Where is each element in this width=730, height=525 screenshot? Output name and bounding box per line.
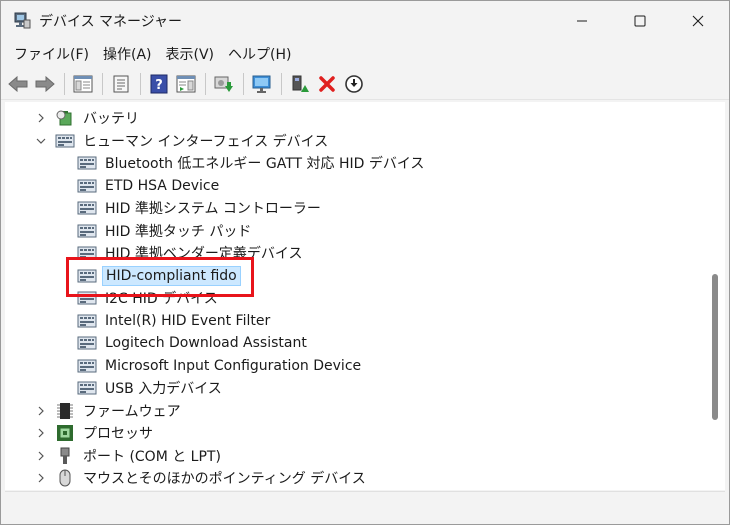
chevron-down-icon[interactable] xyxy=(35,135,47,147)
toolbar: ? xyxy=(1,69,729,100)
help-icon: ? xyxy=(150,74,168,94)
hid-keyboard-icon xyxy=(77,314,97,328)
action-pane-button[interactable] xyxy=(173,71,199,97)
tree-category-label: バッテリ xyxy=(83,111,139,127)
close-icon xyxy=(692,15,704,27)
tree-device-item[interactable]: Microsoft Input Configuration Device xyxy=(77,355,364,377)
chevron-right-icon[interactable] xyxy=(35,427,47,439)
tree-category-label: プロセッサ xyxy=(83,426,153,442)
maximize-button[interactable] xyxy=(617,1,663,41)
tree-device-item[interactable]: Intel(R) HID Event Filter xyxy=(77,310,273,332)
toolbar-separator xyxy=(64,73,65,95)
forward-button[interactable] xyxy=(32,71,58,97)
menu-bar: ファイル(F) 操作(A) 表示(V) ヘルプ(H) xyxy=(1,41,729,69)
hid-keyboard-icon xyxy=(77,201,97,215)
forward-icon xyxy=(35,76,55,92)
window-title: デバイス マネージャー xyxy=(39,14,183,30)
back-icon xyxy=(8,76,28,92)
tree-device-item[interactable]: Bluetooth 低エネルギー GATT 対応 HID デバイス xyxy=(77,152,427,174)
status-bar xyxy=(5,491,725,523)
tree-device-item[interactable]: HID 準拠タッチ パッド xyxy=(77,220,254,242)
tree-category-label: ポート (COM と LPT) xyxy=(83,449,221,465)
device-label: HID 準拠タッチ パッド xyxy=(105,224,252,240)
toolbar-separator xyxy=(243,73,244,95)
back-button[interactable] xyxy=(5,71,31,97)
hid-keyboard-icon xyxy=(77,179,97,193)
svg-text:?: ? xyxy=(155,78,163,93)
tree-device-item[interactable]: HID 準拠システム コントローラー xyxy=(77,197,324,219)
chevron-right-icon[interactable] xyxy=(35,450,47,462)
device-label: Bluetooth 低エネルギー GATT 対応 HID デバイス xyxy=(105,156,425,172)
tree-category-label: ヒューマン インターフェイス デバイス xyxy=(83,134,329,150)
maximize-icon xyxy=(634,15,646,27)
action-pane-icon xyxy=(176,75,196,93)
tree-device-item[interactable]: ETD HSA Device xyxy=(77,175,222,197)
device-tree[interactable]: バッテリ ヒューマン インターフェイス デバイス Bluetooth 低エネルギ… xyxy=(5,102,725,490)
device-manager-window: デバイス マネージャー ファイル(F) 操作(A) 表示(V) ヘルプ(H) ?… xyxy=(0,0,730,525)
show-hide-console-tree-icon xyxy=(73,75,93,93)
chevron-right-icon[interactable] xyxy=(35,472,47,484)
red-highlight-annotation xyxy=(66,257,254,297)
device-label: HID 準拠システム コントローラー xyxy=(105,201,321,217)
monitor-icon xyxy=(252,75,271,93)
help-button[interactable]: ? xyxy=(146,71,172,97)
device-label: Logitech Download Assistant xyxy=(105,335,307,351)
firmware-chip-icon xyxy=(57,403,73,419)
toolbar-separator xyxy=(281,73,282,95)
hid-keyboard-icon xyxy=(77,224,97,238)
uninstall-icon xyxy=(319,76,335,92)
update-driver-icon xyxy=(292,75,309,92)
tree-category-label: ファームウェア xyxy=(83,404,181,420)
tree-device-item[interactable]: USB 入力デバイス xyxy=(77,377,225,399)
processor-icon xyxy=(57,425,73,441)
scan-hardware-button[interactable] xyxy=(211,71,237,97)
menu-help[interactable]: ヘルプ(H) xyxy=(221,42,298,68)
hid-keyboard-icon xyxy=(77,359,97,373)
scan-hardware-icon xyxy=(214,76,233,92)
properties-button[interactable] xyxy=(108,71,134,97)
device-label: USB 入力デバイス xyxy=(105,381,222,397)
toolbar-separator xyxy=(140,73,141,95)
battery-icon xyxy=(56,110,72,126)
hid-keyboard-icon xyxy=(55,134,75,148)
chevron-right-icon[interactable] xyxy=(35,112,47,124)
update-driver-button[interactable] xyxy=(287,71,313,97)
device-manager-app-icon xyxy=(14,12,31,29)
menu-view[interactable]: 表示(V) xyxy=(159,42,222,68)
minimize-icon xyxy=(577,20,587,22)
uninstall-button[interactable] xyxy=(314,71,340,97)
toolbar-separator xyxy=(102,73,103,95)
tree-category-label: マウスとそのほかのポインティング デバイス xyxy=(83,471,366,487)
close-button[interactable] xyxy=(675,1,721,41)
disable-icon xyxy=(345,75,363,93)
scrollbar-thumb[interactable] xyxy=(712,274,718,420)
toolbar-separator xyxy=(205,73,206,95)
title-bar: デバイス マネージャー xyxy=(1,1,729,41)
device-label: Microsoft Input Configuration Device xyxy=(105,358,362,374)
hid-keyboard-icon xyxy=(77,381,97,395)
device-label: Intel(R) HID Event Filter xyxy=(105,313,271,329)
tree-device-item[interactable]: Logitech Download Assistant xyxy=(77,332,310,354)
hid-keyboard-icon xyxy=(77,336,97,350)
menu-file[interactable]: ファイル(F) xyxy=(7,42,96,68)
menu-action[interactable]: 操作(A) xyxy=(96,42,159,68)
monitor-button[interactable] xyxy=(249,71,275,97)
port-connector-icon xyxy=(60,447,70,464)
minimize-button[interactable] xyxy=(559,1,605,41)
device-label: ETD HSA Device xyxy=(105,178,220,194)
vertical-scrollbar[interactable] xyxy=(706,102,724,490)
hid-keyboard-icon xyxy=(77,156,97,170)
properties-icon xyxy=(113,75,129,93)
chevron-right-icon[interactable] xyxy=(35,405,47,417)
disable-button[interactable] xyxy=(341,71,367,97)
mouse-icon xyxy=(59,469,71,487)
show-hide-console-tree-button[interactable] xyxy=(70,71,96,97)
